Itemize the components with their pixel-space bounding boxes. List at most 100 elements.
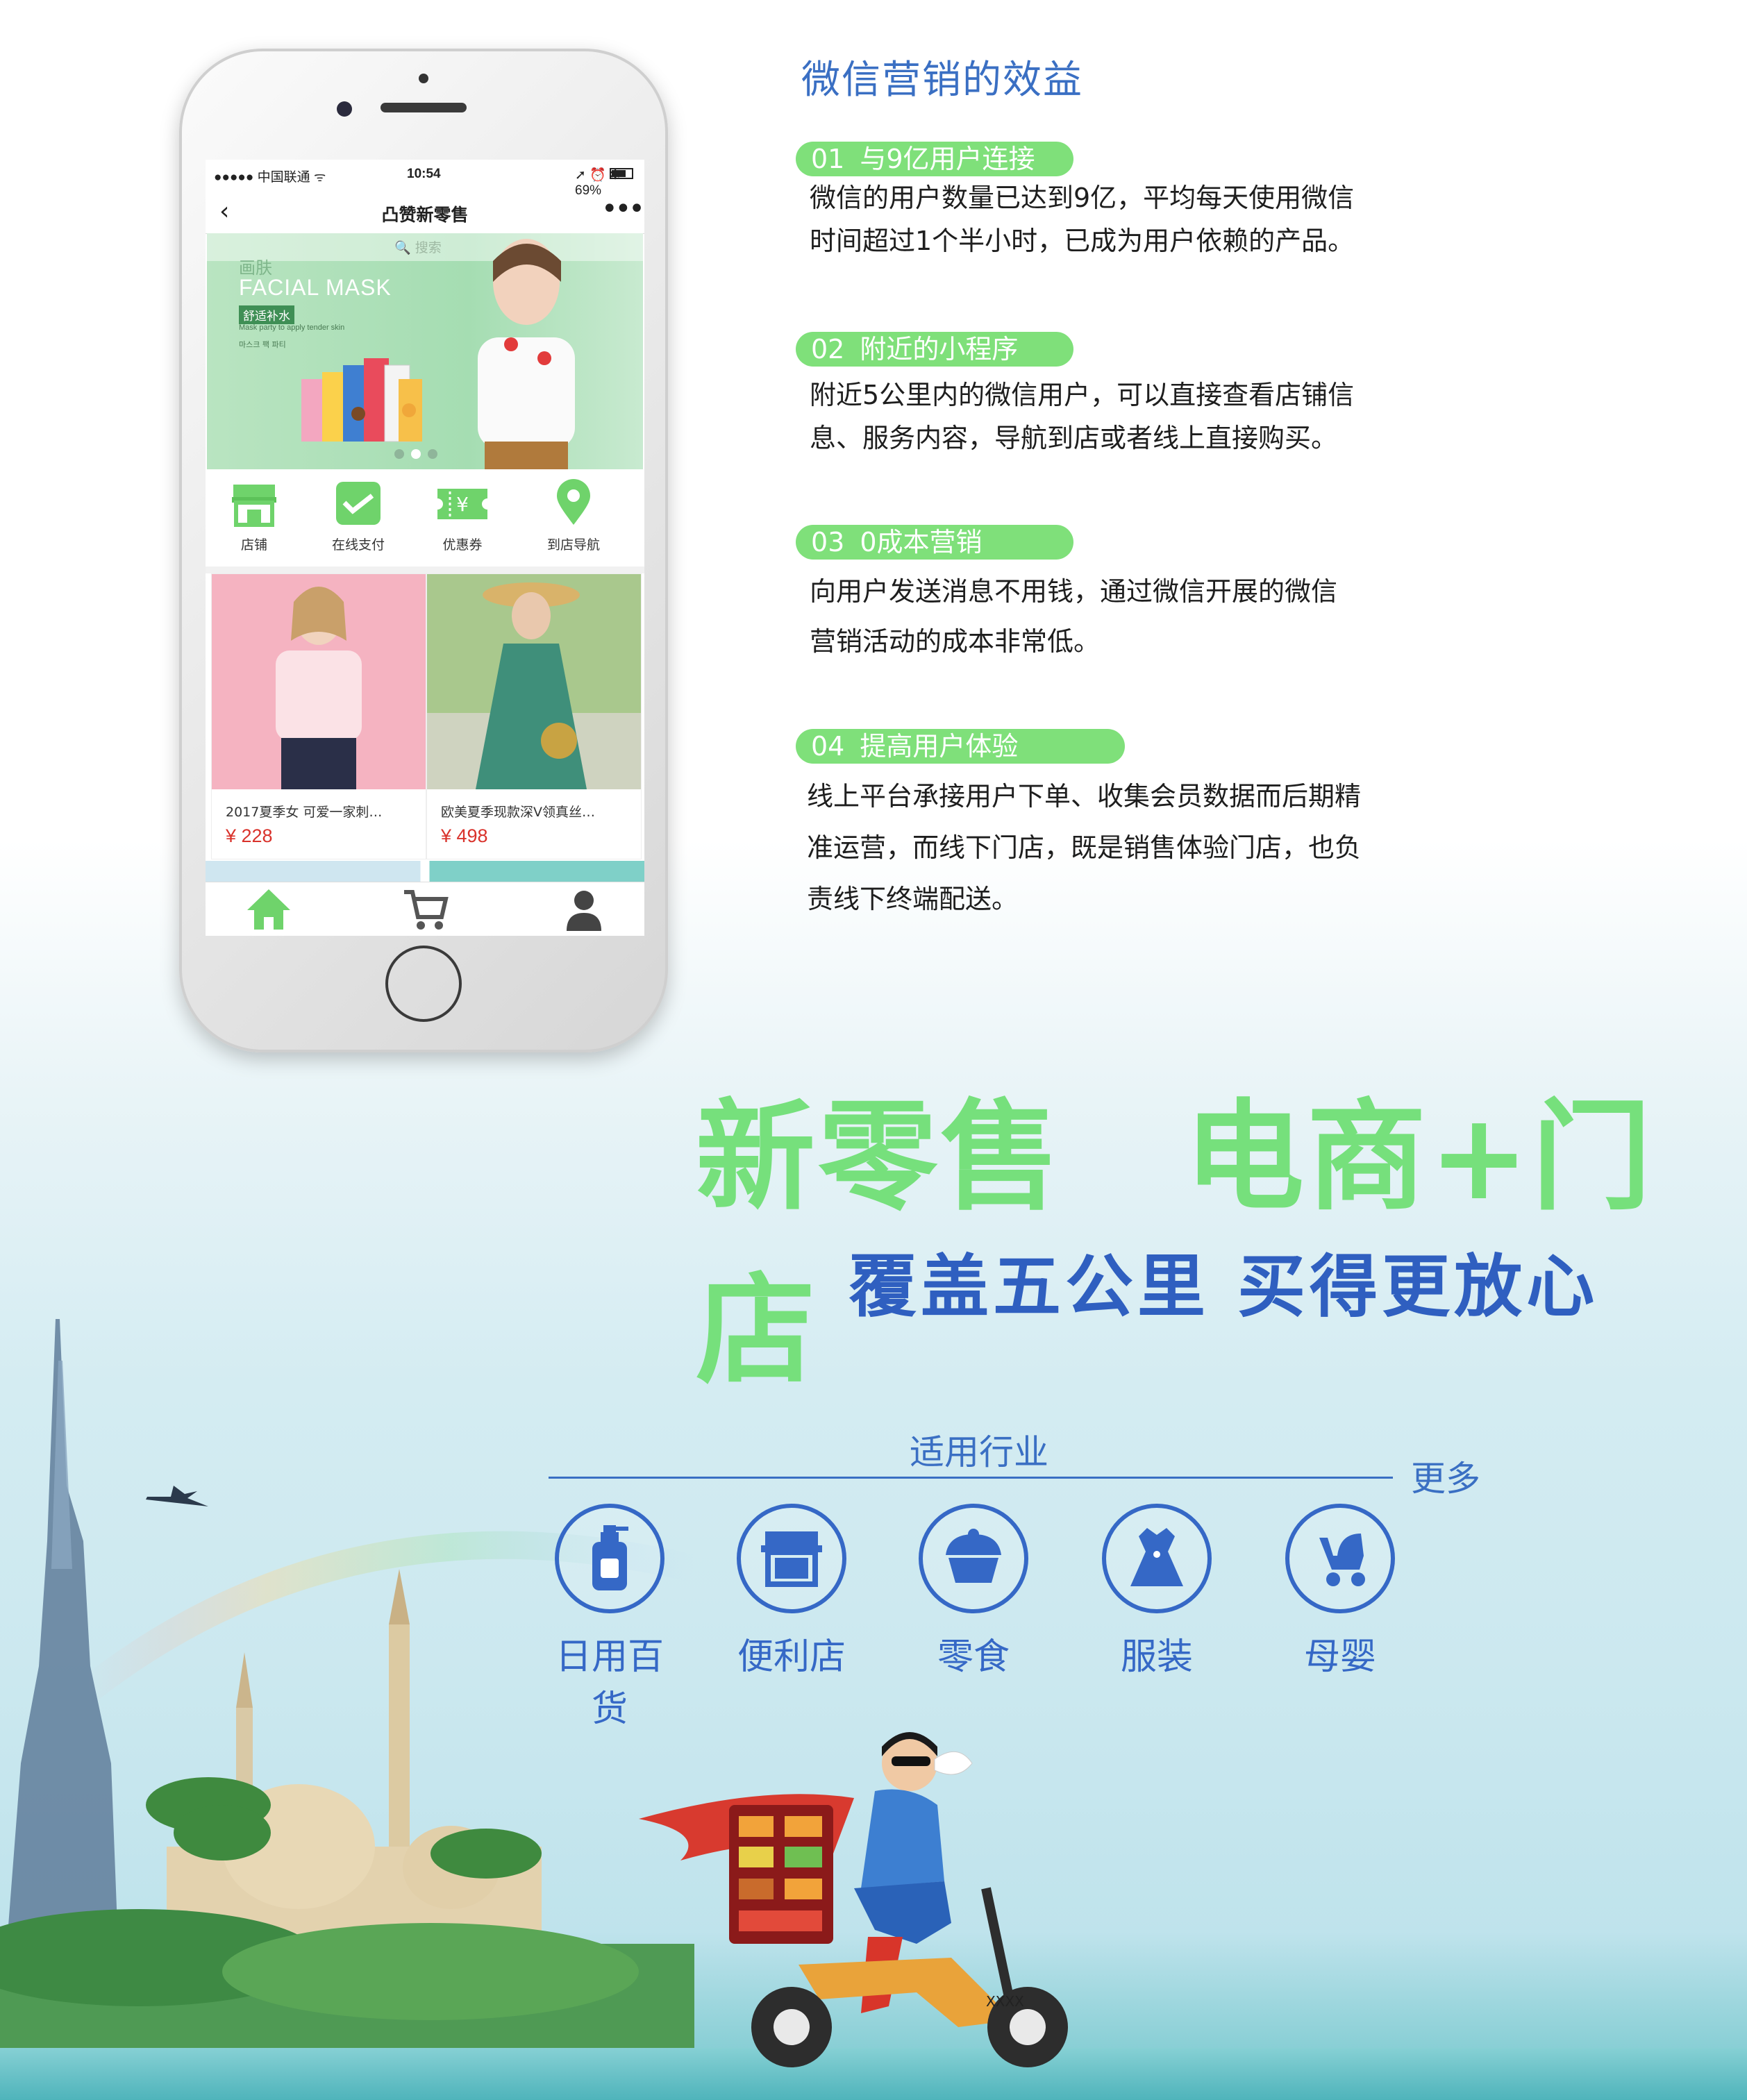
slogan-subheadline: 覆盖五公里 买得更放心	[849, 1248, 1599, 1327]
industry-mother-baby[interactable]: 母婴	[1271, 1504, 1410, 1679]
cupcake-icon	[946, 1529, 1001, 1583]
model-photo	[478, 239, 575, 469]
quick-menu-coupon[interactable]: ¥ 优惠券	[414, 479, 511, 553]
quick-menu: 店铺 在线支付 ¥ 优惠券 到店导航	[206, 469, 644, 573]
quick-menu-label: 优惠券	[442, 537, 483, 553]
store-icon	[232, 485, 276, 527]
benefits-title: 微信营销的效益	[801, 58, 1083, 103]
phone-camera	[337, 101, 352, 117]
product-price: ¥ 228	[226, 825, 273, 846]
industry-icon-circle	[1285, 1504, 1395, 1613]
industry-snacks[interactable]: 零食	[904, 1504, 1043, 1679]
svg-text:¥: ¥	[456, 493, 469, 516]
phone-sensor	[419, 74, 428, 83]
scooter	[799, 1958, 1014, 2027]
benefit-title: 附近的小程序	[860, 334, 1019, 364]
home-tab-icon[interactable]	[244, 887, 293, 932]
industry-icon-circle	[919, 1504, 1028, 1613]
cart-tab-icon[interactable]	[401, 887, 450, 932]
delivery-hero-illustration: XXXX	[639, 1732, 1068, 2067]
industry-convenience-store[interactable]: 便利店	[722, 1504, 861, 1679]
benefit-number: 04	[811, 731, 845, 762]
speech-bubble	[934, 1751, 973, 1775]
product-image	[212, 574, 426, 789]
benefit-line: 息、服务内容，导航到店或者线上直接购买。	[810, 423, 1338, 453]
industry-icon-circle	[737, 1504, 846, 1613]
location-pin-icon	[557, 479, 590, 525]
benefit-number: 01	[811, 144, 845, 174]
benefit-title: 0成本营销	[860, 527, 983, 557]
quick-menu-store[interactable]: 店铺	[206, 479, 303, 553]
industry-icon-circle	[555, 1504, 664, 1613]
benefit-pill-02: 02 附近的小程序	[796, 332, 1073, 367]
product-title: 2017夏季女 可爱一家刺…	[226, 805, 383, 820]
banner-pagination	[394, 448, 444, 462]
banner-dot[interactable]	[428, 449, 437, 459]
shop-icon	[761, 1531, 822, 1587]
benefit-line: 时间超过1个半小时，已成为用户依赖的产品。	[810, 226, 1355, 256]
battery-icon	[610, 168, 633, 179]
quick-menu-label: 到店导航	[546, 537, 600, 553]
benefit-description-03: 向用户发送消息不用钱，通过微信开展的微信 营销活动的成本非常低。	[810, 566, 1435, 666]
banner-subtitle: Mask party to apply tender skin	[239, 324, 345, 332]
quick-menu-label: 店铺	[240, 537, 267, 553]
airplane	[146, 1486, 208, 1506]
mask-products-image	[301, 358, 422, 442]
benefit-line: 向用户发送消息不用钱，通过微信开展的微信	[810, 576, 1338, 607]
quick-menu-label: 在线支付	[331, 537, 385, 553]
banner-dot-active[interactable]	[411, 449, 421, 459]
product-price: ¥ 498	[441, 825, 488, 846]
benefit-description-01: 微信的用户数量已达到9亿，平均每天使用微信 时间超过1个半小时，已成为用户依赖的…	[810, 176, 1435, 262]
industries-divider	[549, 1477, 1393, 1479]
industry-label: 服装	[1120, 1636, 1193, 1678]
phone-speaker	[381, 103, 467, 112]
phone-screen: ●●●●● 中国联通 ᯤ 10:54 ➚ ⏰ ✻ 69% ‹ 凸赞新零售 •••…	[206, 160, 644, 936]
benefit-line: 责线下终端配送。	[807, 884, 1019, 914]
benefit-description-04: 线上平台承接用户下单、收集会员数据而后期精 准运营，而线下门店，既是销售体验门店…	[807, 771, 1432, 925]
promo-banner[interactable]: 🔍 搜索 画肤 FACIAL MASK 舒适补水 Mask party to a…	[207, 233, 643, 469]
more-icon[interactable]: •••	[601, 193, 644, 225]
industries-more-link[interactable]: 更多	[1411, 1451, 1480, 1501]
tab-bar	[206, 882, 644, 936]
phone-home-button[interactable]	[385, 946, 462, 1022]
benefit-line: 营销活动的成本非常低。	[810, 626, 1101, 657]
quick-menu-navigation[interactable]: 到店导航	[525, 479, 622, 553]
benefit-line: 附近5公里内的微信用户，可以直接查看店铺信	[810, 380, 1355, 410]
benefit-pill-04: 04 提高用户体验	[796, 729, 1125, 764]
benefit-number: 03	[811, 527, 845, 557]
banner-tag: 舒适补水	[239, 305, 294, 324]
status-carrier: ●●●●● 中国联通 ᯤ	[214, 170, 326, 185]
banner-subtitle-korean: 마스크 팩 파티	[239, 340, 286, 349]
status-time: 10:54	[407, 167, 441, 181]
wechat-pay-icon	[336, 482, 381, 525]
dress-icon	[1130, 1528, 1183, 1586]
stroller-icon	[1319, 1534, 1365, 1586]
benefit-line: 微信的用户数量已达到9亿，平均每天使用微信	[810, 183, 1355, 213]
coupon-icon: ¥	[437, 489, 487, 519]
benefit-description-02: 附近5公里内的微信用户，可以直接查看店铺信 息、服务内容，导航到店或者线上直接购…	[810, 373, 1435, 460]
product-row-preview	[206, 861, 644, 882]
app-title: 凸赞新零售	[381, 205, 469, 225]
scooter-plate: XXXX	[986, 1993, 1024, 2010]
product-image	[427, 574, 641, 789]
industry-clothing[interactable]: 服装	[1087, 1504, 1226, 1679]
benefit-line: 准运营，而线下门店，既是销售体验门店，也负	[807, 832, 1362, 863]
industry-label: 零食	[937, 1636, 1010, 1678]
product-card[interactable]: 欧美夏季现款深V领真丝… ¥ 498	[426, 573, 642, 859]
benefit-pill-01: 01 与9亿用户连接	[796, 142, 1073, 176]
benefit-title: 与9亿用户连接	[860, 144, 1035, 174]
profile-tab-icon[interactable]	[560, 887, 608, 932]
industries-title: 适用行业	[910, 1432, 1048, 1472]
benefit-number: 02	[811, 334, 845, 364]
search-placeholder: 🔍 搜索	[394, 240, 442, 255]
banner-dot[interactable]	[394, 449, 404, 459]
lotion-bottle-icon	[592, 1525, 628, 1590]
product-card[interactable]: 2017夏季女 可爱一家刺… ¥ 228	[211, 573, 426, 859]
industry-daily-goods[interactable]: 日用百货	[540, 1504, 679, 1731]
quick-menu-pay[interactable]: 在线支付	[310, 479, 407, 553]
product-grid: 2017夏季女 可爱一家刺… ¥ 228 欧美夏季现款深V领真丝… ¥ 498	[206, 573, 644, 861]
industry-label: 便利店	[737, 1636, 846, 1678]
navigation-bar: ‹ 凸赞新零售 •••	[206, 189, 644, 234]
industry-label: 母婴	[1303, 1636, 1376, 1678]
benefit-title: 提高用户体验	[860, 731, 1019, 762]
